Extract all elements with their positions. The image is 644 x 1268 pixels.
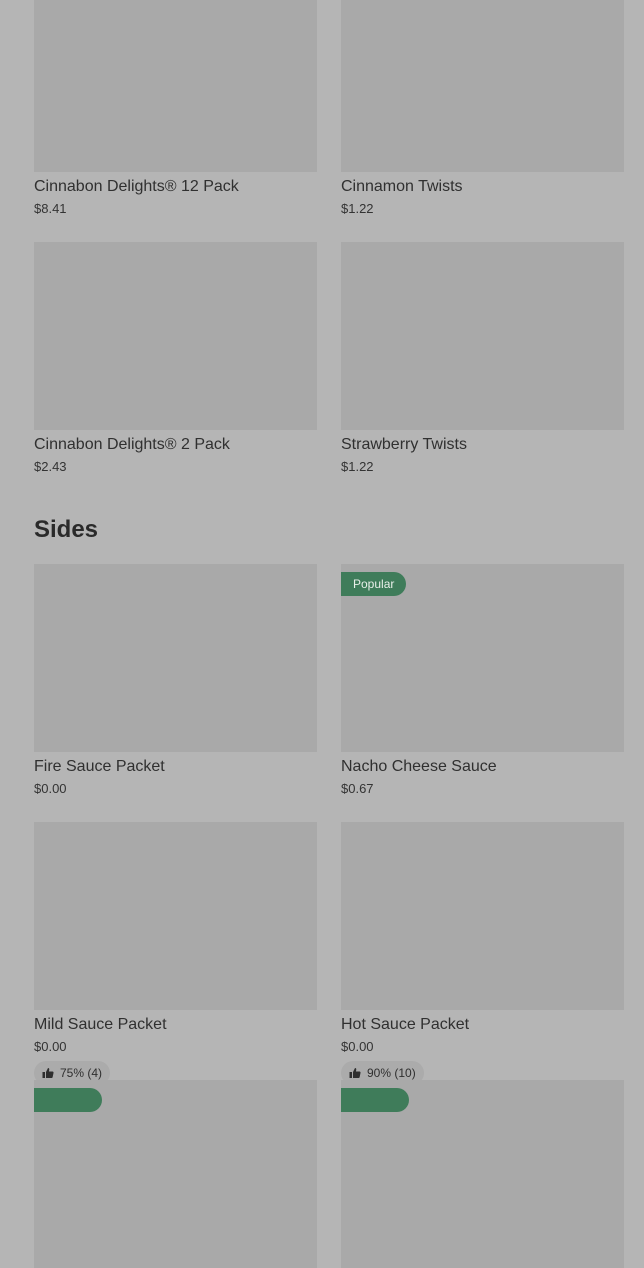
item-badge — [34, 1088, 102, 1112]
item-image — [34, 1080, 317, 1268]
item-price: $1.22 — [341, 201, 374, 216]
item-name: Fire Sauce Packet — [34, 758, 165, 775]
menu-item-card[interactable]: Strawberry Twists $1.22 — [341, 242, 624, 500]
item-image — [341, 0, 624, 172]
item-image — [34, 0, 317, 172]
popular-badge: Popular — [341, 572, 407, 596]
sweets-grid: Cinnabon Delights® 12 Pack $8.41 Cinnamo… — [34, 0, 624, 500]
menu-item-card[interactable] — [341, 1080, 624, 1268]
rating-text: 90% (10) — [367, 1066, 416, 1080]
item-name: Mild Sauce Packet — [34, 1016, 167, 1033]
item-price: $0.00 — [34, 1039, 67, 1054]
item-price: $8.41 — [34, 201, 67, 216]
item-badge — [341, 1088, 409, 1112]
item-name: Cinnamon Twists — [341, 178, 463, 195]
item-image — [34, 564, 317, 752]
item-image: Popular — [341, 564, 624, 752]
item-image — [34, 242, 317, 430]
thumbs-up-icon — [42, 1068, 54, 1078]
item-price: $1.22 — [341, 459, 374, 474]
thumbs-up-icon — [349, 1068, 361, 1078]
menu-item-card[interactable]: Fire Sauce Packet $0.00 — [34, 564, 317, 822]
item-name: Nacho Cheese Sauce — [341, 758, 497, 775]
menu-item-card[interactable]: Mild Sauce Packet $0.00 75% (4) — [34, 822, 317, 1085]
item-price: $2.43 — [34, 459, 67, 474]
menu-item-card[interactable]: Hot Sauce Packet $0.00 90% (10) — [341, 822, 624, 1085]
section-title-sides: Sides — [34, 516, 99, 543]
item-image — [341, 822, 624, 1010]
item-name: Cinnabon Delights® 2 Pack — [34, 436, 230, 453]
item-price: $0.00 — [34, 781, 67, 796]
menu-item-card[interactable]: Cinnabon Delights® 12 Pack $8.41 — [34, 0, 317, 242]
menu-item-card[interactable]: Cinnabon Delights® 2 Pack $2.43 — [34, 242, 317, 500]
item-price: $0.00 — [341, 1039, 374, 1054]
menu-item-card[interactable]: Cinnamon Twists $1.22 — [341, 0, 624, 242]
item-name: Cinnabon Delights® 12 Pack — [34, 178, 239, 195]
item-image — [34, 822, 317, 1010]
menu-item-card[interactable] — [34, 1080, 317, 1268]
menu-item-card[interactable]: Popular Nacho Cheese Sauce $0.67 — [341, 564, 624, 822]
item-image — [341, 1080, 624, 1268]
item-name: Strawberry Twists — [341, 436, 467, 453]
item-price: $0.67 — [341, 781, 374, 796]
item-name: Hot Sauce Packet — [341, 1016, 470, 1033]
item-image — [341, 242, 624, 430]
rating-text: 75% (4) — [60, 1066, 103, 1080]
sides-grid: Fire Sauce Packet $0.00 Popular Nacho Ch… — [34, 564, 624, 1268]
